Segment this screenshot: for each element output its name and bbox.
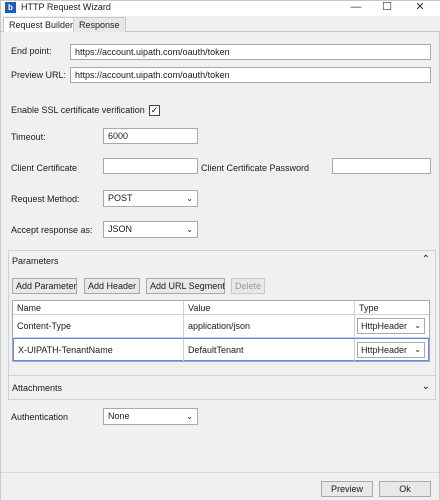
window-title: HTTP Request Wizard: [21, 2, 111, 12]
parameters-title: Parameters: [12, 256, 59, 266]
checkmark-icon: ✓: [150, 105, 159, 115]
authentication-select[interactable]: None ⌄: [103, 408, 198, 425]
delete-button[interactable]: Delete: [231, 278, 265, 294]
parameters-table: Name Value Type Content-Type application…: [12, 300, 430, 362]
uipath-app-icon: b: [5, 2, 16, 13]
chevron-down-icon: ⌄: [186, 412, 193, 421]
title-bar[interactable]: b HTTP Request Wizard — ☐ ✕: [1, 1, 440, 16]
tab-response[interactable]: Response: [73, 17, 126, 32]
divider: [8, 375, 436, 376]
request-method-select[interactable]: POST ⌄: [103, 190, 198, 207]
cell-name[interactable]: X-UIPATH-TenantName: [14, 339, 184, 361]
accept-response-label: Accept response as:: [11, 225, 93, 235]
authentication-value: None: [108, 411, 130, 421]
tab-strip: Request Builder Response: [1, 16, 440, 33]
add-parameter-button[interactable]: Add Parameter: [12, 278, 77, 294]
chevron-down-icon: ⌄: [414, 345, 421, 354]
type-select[interactable]: HttpHeader ⌄: [357, 318, 425, 334]
client-certificate-label: Client Certificate: [11, 163, 78, 173]
close-icon[interactable]: ✕: [400, 0, 440, 15]
client-certificate-password-field[interactable]: [332, 158, 431, 174]
column-header-type[interactable]: Type: [355, 301, 429, 315]
chevron-up-icon[interactable]: ⌃: [422, 254, 430, 265]
cell-type: HttpHeader ⌄: [355, 339, 429, 361]
parameters-header[interactable]: Parameters ⌃: [8, 251, 436, 271]
accept-response-select[interactable]: JSON ⌄: [103, 221, 198, 238]
chevron-down-icon: ⌄: [186, 225, 193, 234]
table-row[interactable]: Content-Type application/json HttpHeader…: [13, 315, 429, 338]
table-header: Name Value Type: [13, 301, 429, 315]
cell-type: HttpHeader ⌄: [355, 315, 429, 337]
ssl-verification-checkbox[interactable]: ✓: [149, 105, 160, 116]
timeout-field[interactable]: 6000: [103, 128, 198, 144]
tab-request-builder[interactable]: Request Builder: [3, 17, 80, 33]
chevron-down-icon: ⌄: [186, 194, 193, 203]
http-request-wizard-window: b HTTP Request Wizard — ☐ ✕ Request Buil…: [0, 0, 440, 500]
chevron-down-icon[interactable]: ⌄: [422, 381, 430, 392]
accept-response-value: JSON: [108, 224, 133, 234]
cell-value[interactable]: application/json: [184, 315, 355, 337]
cell-name[interactable]: Content-Type: [13, 315, 184, 337]
divider: [8, 399, 436, 400]
ssl-verification-label: Enable SSL certificate verification: [11, 105, 145, 115]
attachments-header[interactable]: Attachments ⌄: [8, 378, 436, 398]
dialog-footer: Preview Ok: [1, 472, 439, 500]
ok-button[interactable]: Ok: [379, 481, 431, 497]
preview-url-field[interactable]: https://account.uipath.com/oauth/token: [70, 67, 431, 83]
attachments-title: Attachments: [12, 383, 63, 393]
endpoint-field[interactable]: https://account.uipath.com/oauth/token: [70, 44, 431, 60]
client-certificate-password-label: Client Certificate Password: [201, 163, 310, 173]
request-method-value: POST: [108, 193, 133, 203]
client-certificate-field[interactable]: [103, 158, 198, 174]
chevron-down-icon: ⌄: [414, 321, 421, 330]
add-url-segment-button[interactable]: Add URL Segment: [146, 278, 225, 294]
cell-value[interactable]: DefaultTenant: [184, 339, 355, 361]
request-method-label: Request Method:: [11, 194, 80, 204]
preview-button[interactable]: Preview: [321, 481, 373, 497]
request-builder-panel: End point: https://account.uipath.com/oa…: [3, 32, 439, 498]
type-select[interactable]: HttpHeader ⌄: [357, 342, 425, 358]
preview-url-label: Preview URL:: [11, 70, 67, 80]
add-header-button[interactable]: Add Header: [84, 278, 140, 294]
authentication-label: Authentication: [11, 412, 69, 422]
column-header-name[interactable]: Name: [13, 301, 184, 315]
type-value: HttpHeader: [361, 321, 408, 331]
column-header-value[interactable]: Value: [184, 301, 355, 315]
type-value: HttpHeader: [361, 345, 408, 355]
endpoint-label: End point:: [11, 46, 52, 56]
timeout-label: Timeout:: [11, 132, 46, 142]
table-row[interactable]: X-UIPATH-TenantName DefaultTenant HttpHe…: [13, 338, 429, 361]
